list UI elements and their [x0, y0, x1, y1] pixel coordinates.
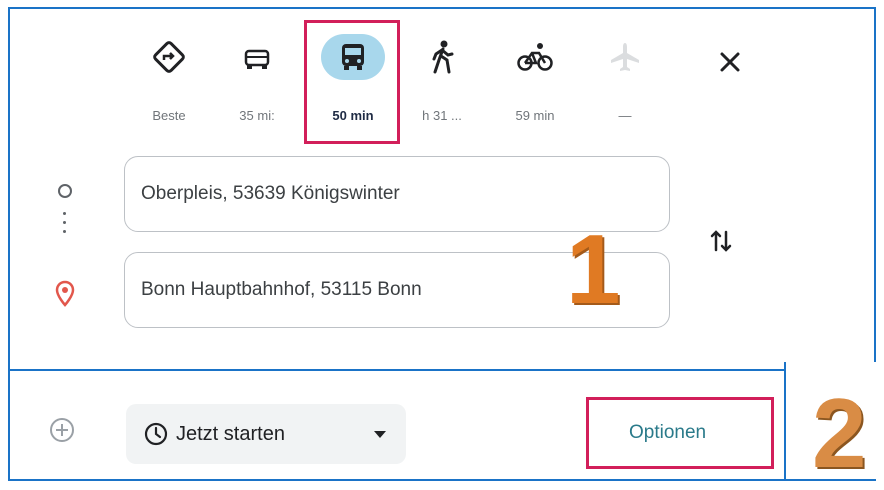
origin-value: Oberpleis, 53639 Königswinter [141, 183, 400, 204]
airplane-icon [606, 38, 644, 76]
departure-time-label: Jetzt starten [176, 423, 285, 445]
options-button[interactable]: Optionen [586, 397, 774, 469]
destination-pin-icon [54, 280, 76, 308]
departure-time-dropdown[interactable]: Jetzt starten [126, 404, 406, 464]
bicycle-icon [516, 38, 554, 76]
mode-walk[interactable]: h 31 ... [407, 30, 477, 130]
transit-highlight-box [304, 20, 400, 144]
route-dots-icon [63, 212, 67, 242]
clock-icon [144, 422, 168, 446]
chevron-down-icon [374, 431, 386, 438]
mode-bike-label: 59 min [515, 108, 555, 123]
annotation-number-1: 1 [566, 214, 621, 324]
annotation-number-2: 2 [812, 378, 867, 488]
route-diamond-icon [150, 38, 188, 76]
car-icon [238, 38, 276, 76]
mode-bike[interactable]: 59 min [500, 30, 570, 130]
walking-icon [423, 38, 461, 76]
mode-car-label: 35 mi: [239, 108, 275, 123]
swap-arrows-icon [710, 230, 732, 252]
swap-route-button[interactable] [700, 220, 742, 262]
origin-circle-icon [58, 184, 72, 198]
plus-circle-icon [50, 418, 74, 442]
mode-flight: — [590, 30, 660, 130]
destination-value: Bonn Hauptbahnhof, 53115 Bonn [141, 279, 422, 300]
mode-flight-label: — [618, 108, 632, 123]
options-label: Optionen [629, 422, 707, 443]
mode-car[interactable]: 35 mi: [222, 30, 292, 130]
add-stop-button[interactable] [48, 416, 76, 444]
panel-edge [784, 362, 786, 480]
mode-best-label: Beste [152, 108, 186, 123]
panel-divider [10, 369, 794, 371]
mode-walk-label: h 31 ... [422, 108, 462, 123]
close-icon [720, 52, 740, 72]
close-button[interactable] [712, 44, 748, 80]
mode-best[interactable]: Beste [134, 30, 204, 130]
